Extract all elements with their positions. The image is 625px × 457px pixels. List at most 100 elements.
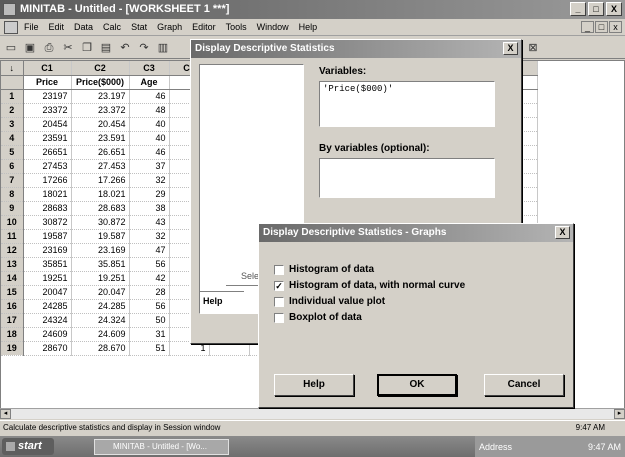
row-header[interactable]: 10: [1, 215, 24, 230]
table-cell[interactable]: 30872: [23, 215, 72, 230]
column-name-cell[interactable]: Price: [23, 75, 72, 90]
table-cell[interactable]: 28670: [23, 341, 72, 356]
table-cell[interactable]: 19251: [23, 271, 72, 286]
row-header[interactable]: 9: [1, 201, 24, 216]
table-cell[interactable]: 47: [129, 243, 170, 258]
histogram-checkbox[interactable]: Histogram of data: [274, 264, 374, 275]
row-header[interactable]: 3: [1, 117, 24, 132]
table-cell[interactable]: 50: [129, 313, 170, 328]
table-cell[interactable]: 48: [129, 103, 170, 118]
graphs-dialog-close-button[interactable]: X: [555, 226, 570, 239]
table-cell[interactable]: 24.324: [71, 313, 130, 328]
table-cell[interactable]: 32: [129, 229, 170, 244]
table-cell[interactable]: 38: [129, 201, 170, 216]
checkbox-box[interactable]: [274, 312, 284, 323]
menu-edit[interactable]: Edit: [49, 22, 65, 32]
row-header[interactable]: 4: [1, 131, 24, 146]
table-cell[interactable]: 19.587: [71, 229, 130, 244]
checkbox-box[interactable]: [274, 264, 284, 275]
table-cell[interactable]: 19587: [23, 229, 72, 244]
table-cell[interactable]: 29: [129, 187, 170, 202]
redo-icon[interactable]: ↷: [136, 40, 152, 56]
table-cell[interactable]: 35851: [23, 257, 72, 272]
table-cell[interactable]: 27453: [23, 159, 72, 174]
save-icon[interactable]: ▣: [22, 40, 38, 56]
mdi-restore-button[interactable]: □: [595, 21, 608, 33]
table-cell[interactable]: 26651: [23, 145, 72, 160]
table-cell[interactable]: 23197: [23, 89, 72, 104]
table-cell[interactable]: 17.266: [71, 173, 130, 188]
toolbar-extra-icon[interactable]: ⊠: [525, 40, 541, 56]
start-button[interactable]: start: [2, 438, 54, 455]
taskbar-app-minitab[interactable]: MINITAB - Untitled - [Wo...: [94, 438, 229, 455]
maximize-button[interactable]: □: [588, 2, 604, 16]
column-header[interactable]: C3: [129, 61, 170, 76]
mdi-minimize-button[interactable]: _: [581, 21, 594, 33]
scroll-left-icon[interactable]: ◂: [0, 409, 11, 419]
table-cell[interactable]: 30.872: [71, 215, 130, 230]
table-cell[interactable]: 24285: [23, 299, 72, 314]
row-header[interactable]: 12: [1, 243, 24, 258]
table-cell[interactable]: 18.021: [71, 187, 130, 202]
histogram-normal-checkbox[interactable]: ✓ Histogram of data, with normal curve: [274, 280, 465, 291]
table-cell[interactable]: 37: [129, 159, 170, 174]
cut-icon[interactable]: ✂: [60, 40, 76, 56]
graphs-help-button[interactable]: Help: [274, 374, 354, 396]
table-cell[interactable]: 31: [129, 327, 170, 342]
table-cell[interactable]: 23.372: [71, 103, 130, 118]
row-header[interactable]: 1: [1, 89, 24, 104]
table-cell[interactable]: 23372: [23, 103, 72, 118]
table-cell[interactable]: 40: [129, 131, 170, 146]
undo-icon[interactable]: ↶: [117, 40, 133, 56]
table-cell[interactable]: 20047: [23, 285, 72, 300]
dialog-close-button[interactable]: X: [503, 42, 518, 55]
by-variables-input[interactable]: [319, 158, 495, 198]
worksheet-icon[interactable]: [4, 20, 18, 34]
minimize-button[interactable]: _: [570, 2, 586, 16]
table-cell[interactable]: 32: [129, 173, 170, 188]
minitab-app-icon[interactable]: [3, 3, 16, 16]
table-cell[interactable]: 28.670: [71, 341, 130, 356]
table-cell[interactable]: 28683: [23, 201, 72, 216]
table-cell[interactable]: 27.453: [71, 159, 130, 174]
table-cell[interactable]: 20.047: [71, 285, 130, 300]
table-cell[interactable]: 19.251: [71, 271, 130, 286]
open-icon[interactable]: ▭: [3, 40, 19, 56]
checkbox-box[interactable]: [274, 296, 284, 307]
row-header[interactable]: 15: [1, 285, 24, 300]
table-cell[interactable]: 24.609: [71, 327, 130, 342]
table-cell[interactable]: 23.169: [71, 243, 130, 258]
row-header[interactable]: 16: [1, 299, 24, 314]
menu-data[interactable]: Data: [74, 22, 93, 32]
table-cell[interactable]: 23591: [23, 131, 72, 146]
cancel-button[interactable]: Cancel: [484, 374, 564, 396]
menu-help[interactable]: Help: [299, 22, 318, 32]
table-cell[interactable]: 17266: [23, 173, 72, 188]
table-cell[interactable]: 46: [129, 145, 170, 160]
table-cell[interactable]: 42: [129, 271, 170, 286]
table-cell[interactable]: 40: [129, 117, 170, 132]
ok-button[interactable]: OK: [377, 374, 457, 396]
column-name-cell[interactable]: Price($000): [71, 75, 130, 90]
boxplot-checkbox[interactable]: Boxplot of data: [274, 312, 362, 323]
table-cell[interactable]: 28: [129, 285, 170, 300]
paste-icon[interactable]: ▤: [98, 40, 114, 56]
table-cell[interactable]: 24.285: [71, 299, 130, 314]
table-cell[interactable]: 20.454: [71, 117, 130, 132]
table-cell[interactable]: 23.591: [71, 131, 130, 146]
table-cell[interactable]: 18021: [23, 187, 72, 202]
menu-graph[interactable]: Graph: [157, 22, 182, 32]
table-cell[interactable]: 26.651: [71, 145, 130, 160]
row-header[interactable]: 7: [1, 173, 24, 188]
corner-arrow[interactable]: ↓: [1, 61, 24, 76]
table-cell[interactable]: 28.683: [71, 201, 130, 216]
menu-file[interactable]: File: [24, 22, 39, 32]
table-cell[interactable]: 23169: [23, 243, 72, 258]
row-header[interactable]: 17: [1, 313, 24, 328]
menu-stat[interactable]: Stat: [131, 22, 147, 32]
horizontal-scrollbar[interactable]: ◂ ▸: [0, 408, 625, 419]
column-header[interactable]: C1: [23, 61, 72, 76]
help-button[interactable]: Help: [199, 291, 244, 309]
mdi-close-button[interactable]: x: [609, 21, 622, 33]
row-header[interactable]: 14: [1, 271, 24, 286]
